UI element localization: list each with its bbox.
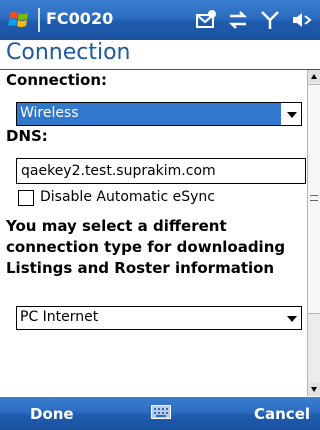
signal-icon[interactable]	[258, 8, 282, 32]
connectivity-icon[interactable]	[226, 8, 250, 32]
notification-icon[interactable]	[194, 8, 218, 32]
scroll-up-button[interactable]	[308, 70, 320, 83]
status-icons	[194, 8, 314, 32]
dns-input[interactable]: qaekey2.test.suprakim.com	[16, 158, 306, 184]
page-title: Connection	[6, 40, 131, 65]
form-area: Connection: Wireless DNS: qaekey2.test.s…	[0, 70, 306, 396]
softkey-bar: Done Cancel	[0, 397, 320, 430]
keyboard-icon[interactable]	[151, 403, 171, 421]
dns-label: DNS:	[6, 127, 48, 145]
info-message: You may select a different connection ty…	[6, 217, 286, 277]
disable-esync-checkbox[interactable]	[18, 190, 34, 206]
cancel-button[interactable]: Cancel	[254, 405, 310, 423]
dns-input-value: qaekey2.test.suprakim.com	[21, 163, 216, 179]
connection-label: Connection:	[6, 71, 108, 89]
chevron-down-icon	[287, 112, 297, 118]
grip-icon	[310, 195, 318, 201]
download-connection-value: PC Internet	[20, 309, 99, 325]
download-connection-select[interactable]: PC Internet	[16, 306, 302, 330]
volume-icon[interactable]	[290, 8, 314, 32]
scroll-thumb[interactable]	[308, 84, 320, 314]
title-separator	[38, 8, 40, 32]
connection-select[interactable]: Wireless	[16, 102, 302, 126]
windows-start-icon[interactable]	[8, 8, 32, 32]
scroll-down-button[interactable]	[308, 383, 320, 396]
chevron-down-icon	[287, 316, 297, 322]
done-button[interactable]: Done	[30, 405, 74, 423]
connection-select-value: Wireless	[20, 105, 79, 121]
title-bar: FC0020	[0, 0, 320, 40]
vertical-scrollbar[interactable]	[307, 70, 320, 396]
app-title[interactable]: FC0020	[46, 9, 113, 28]
disable-esync-label[interactable]: Disable Automatic eSync	[40, 189, 215, 205]
